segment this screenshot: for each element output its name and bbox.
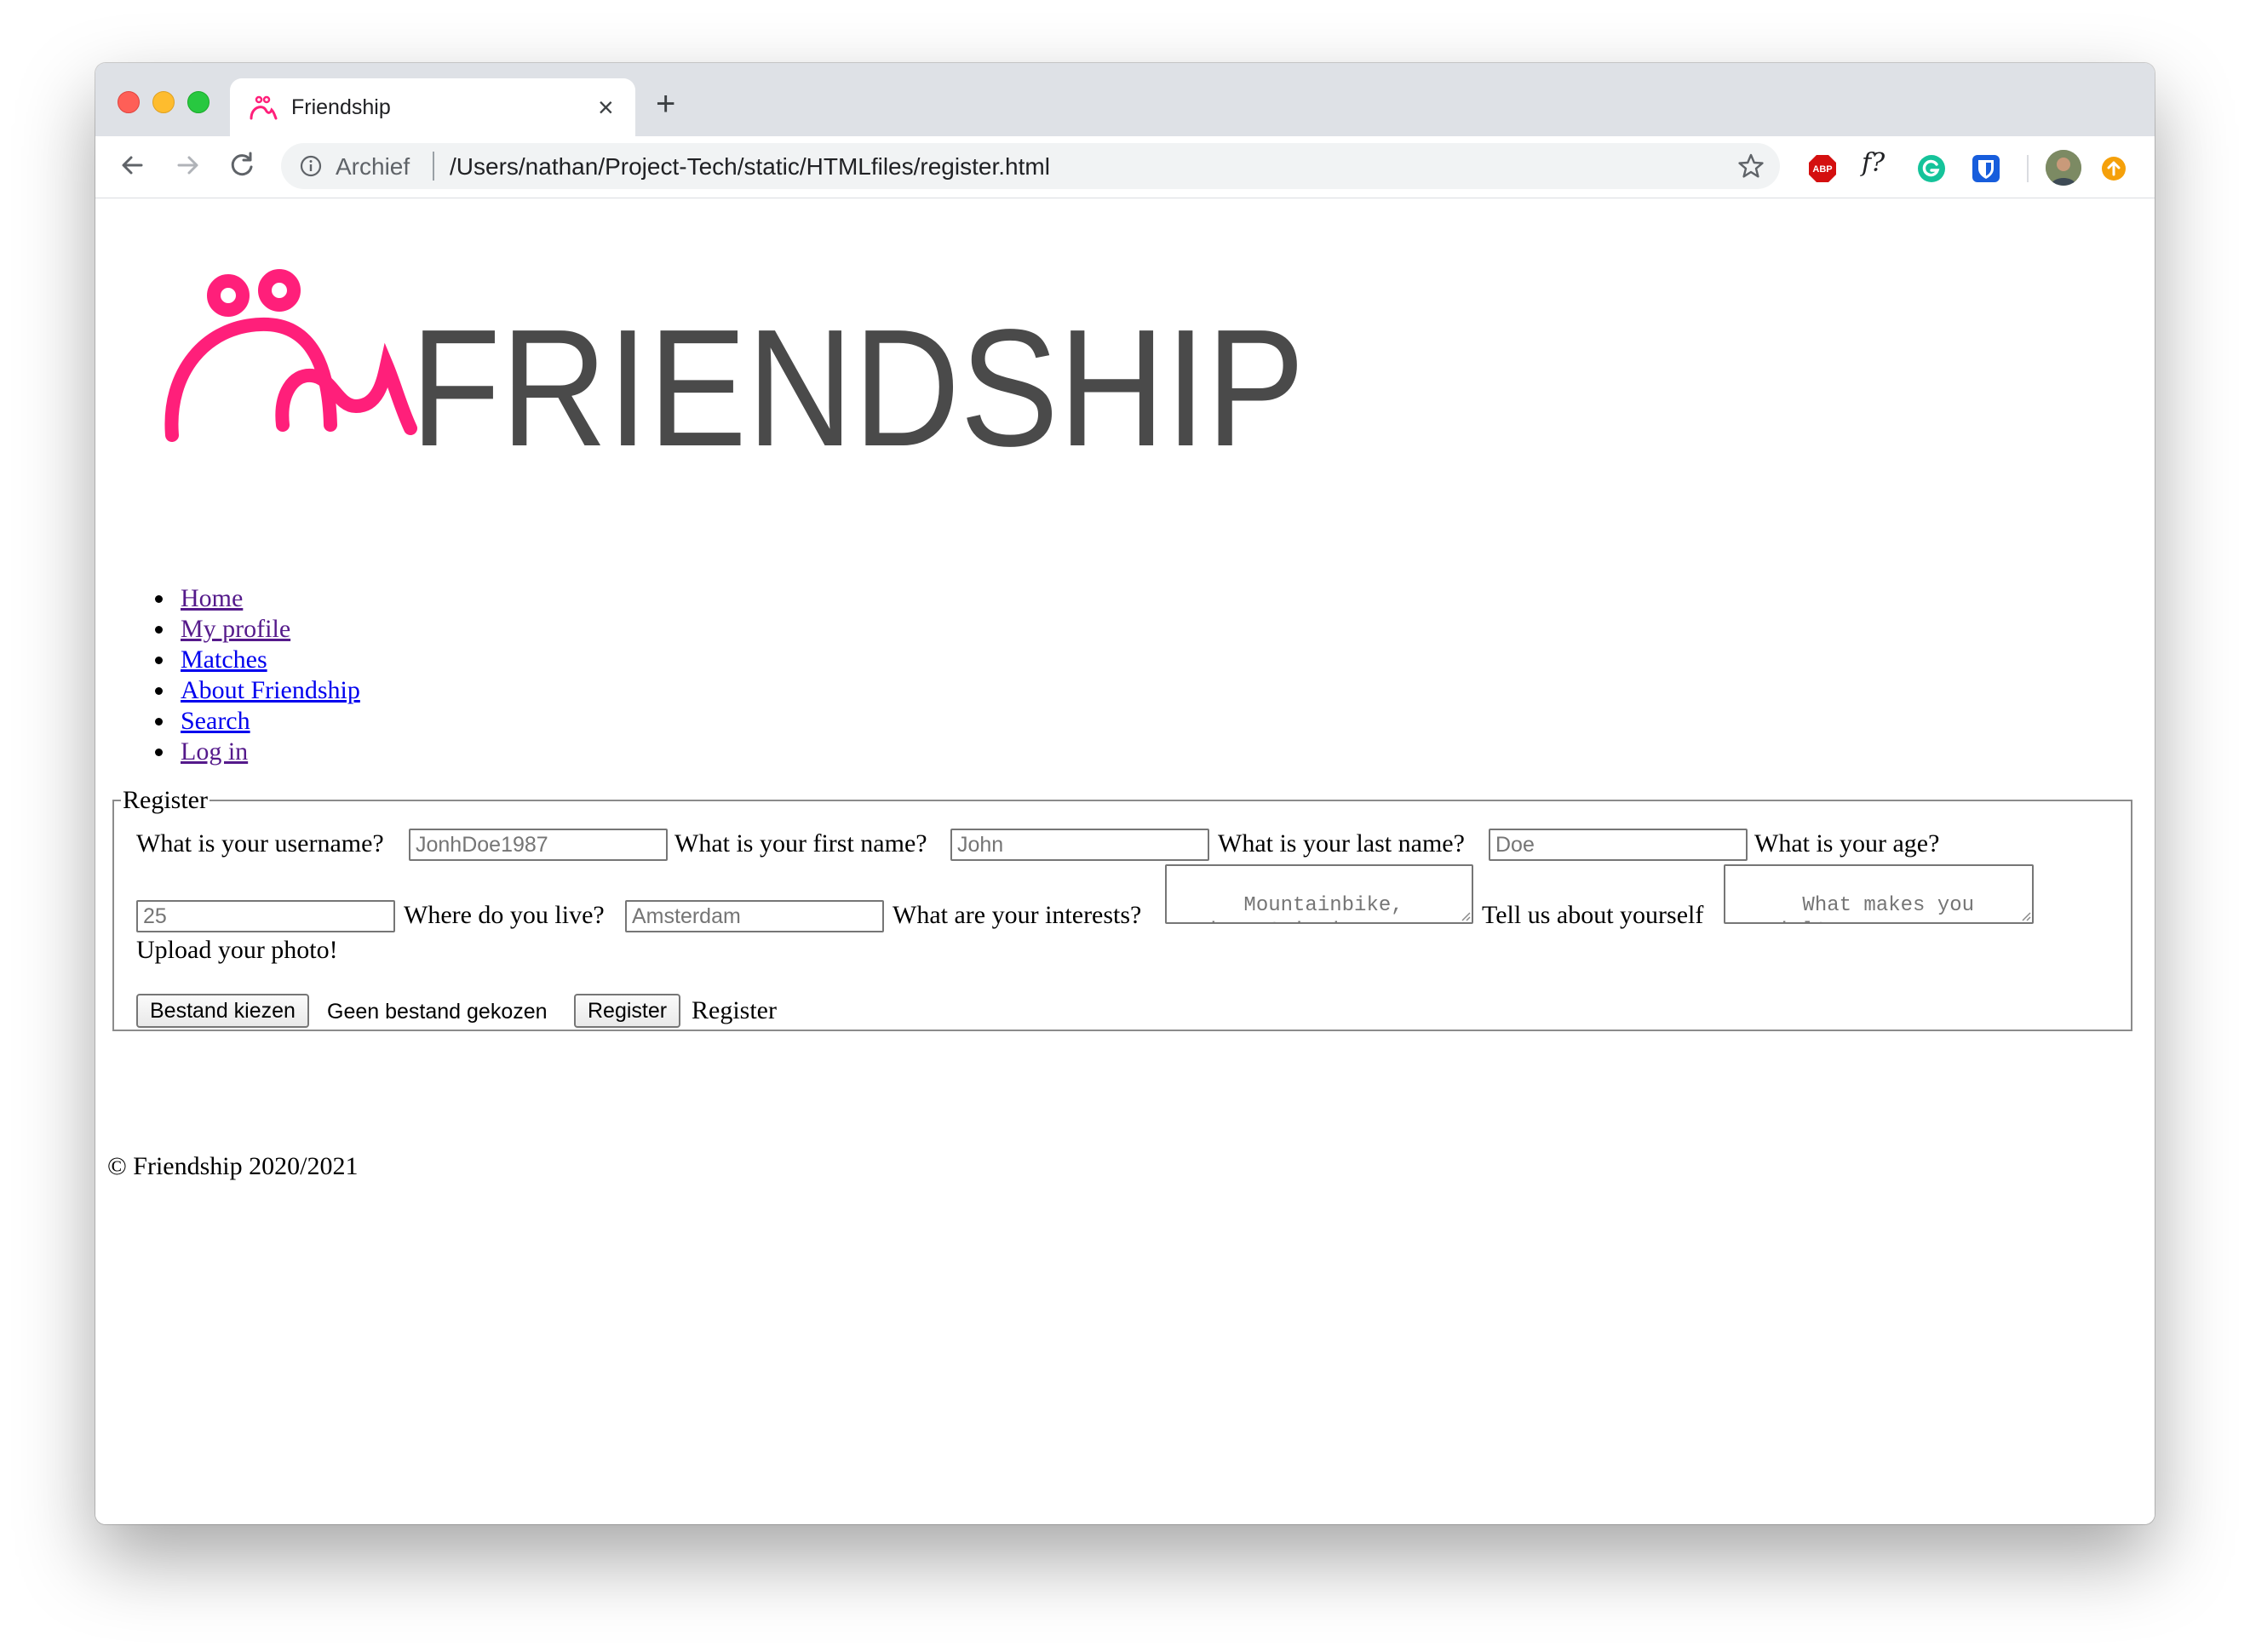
register-text: Register [692, 996, 777, 1024]
about-placeholder: What makes you special? [1729, 894, 1975, 922]
nav-item-matches: Matches [175, 645, 360, 675]
tab-strip: Friendship × + [95, 63, 2155, 136]
location-input[interactable]: Amsterdam [625, 900, 884, 932]
nav-link-matches[interactable]: Matches [181, 645, 267, 674]
photo-label: Upload your photo! [136, 936, 338, 964]
nav-item-about: About Friendship [175, 675, 360, 706]
browser-window: Friendship × + Archief /Users/nathan/Pro… [95, 63, 2155, 1524]
tab-title: Friendship [291, 95, 391, 119]
forward-arrow-icon[interactable] [169, 146, 206, 184]
resize-grip-icon[interactable] [2019, 909, 2031, 921]
firstname-label: What is your first name? [674, 829, 927, 858]
interests-placeholder: Mountainbike, Movies, Swimming, Gaming, [1170, 894, 1403, 922]
about-textarea[interactable]: What makes you special? [1724, 864, 2034, 924]
interests-label: What are your interests? [893, 901, 1142, 929]
friendship-logo: FRIENDSHIP [164, 269, 1305, 454]
nav-item-search: Search [175, 706, 360, 737]
lastname-label: What is your last name? [1218, 829, 1465, 858]
browser-toolbar: Archief /Users/nathan/Project-Tech/stati… [95, 136, 2155, 198]
toolbar-separator [2027, 155, 2029, 182]
reload-icon[interactable] [223, 146, 261, 184]
browser-tab[interactable]: Friendship × [230, 78, 635, 136]
register-legend: Register [121, 786, 210, 815]
avatar-icon [2046, 150, 2081, 186]
url-text[interactable]: /Users/nathan/Project-Tech/static/HTMLfi… [450, 153, 1050, 181]
interests-textarea[interactable]: Mountainbike, Movies, Swimming, Gaming, [1165, 864, 1473, 924]
main-nav: Home My profile Matches About Friendship… [150, 583, 360, 767]
abp-icon[interactable]: ABP [1807, 153, 1838, 184]
abp-label: ABP [1812, 164, 1832, 175]
minimize-window-button[interactable] [152, 91, 175, 113]
about-label: Tell us about yourself [1482, 901, 1704, 929]
bitwarden-icon[interactable] [1971, 153, 2001, 184]
nav-item-home: Home [175, 583, 360, 614]
nav-link-my-profile[interactable]: My profile [181, 615, 290, 643]
address-separator [433, 152, 434, 181]
nav-link-about[interactable]: About Friendship [181, 676, 360, 704]
grammarly-icon[interactable] [1916, 153, 1947, 184]
update-icon[interactable] [2100, 155, 2127, 182]
new-tab-button[interactable]: + [656, 87, 675, 121]
f-question-icon[interactable]: f? [1862, 148, 1885, 178]
origin-chip: Archief [336, 153, 410, 180]
bookmark-star-icon[interactable] [1736, 151, 1766, 181]
age-input[interactable]: 25 [136, 900, 395, 932]
resize-grip-icon[interactable] [1459, 909, 1471, 921]
lastname-input[interactable]: Doe [1489, 829, 1748, 861]
nav-item-log-in: Log in [175, 737, 360, 767]
profile-avatar[interactable] [2046, 150, 2081, 186]
info-icon[interactable] [300, 155, 322, 177]
nav-link-log-in[interactable]: Log in [181, 737, 248, 766]
firstname-input[interactable]: John [950, 829, 1209, 861]
footer-copyright: © Friendship 2020/2021 [107, 1152, 359, 1180]
close-tab-icon[interactable]: × [598, 90, 614, 124]
nav-item-my-profile: My profile [175, 614, 360, 645]
location-label: Where do you live? [404, 901, 605, 929]
no-file-text: Geen bestand gekozen [327, 1000, 548, 1024]
nav-link-search[interactable]: Search [181, 707, 250, 735]
choose-file-button[interactable]: Bestand kiezen [136, 994, 309, 1028]
logo-wordmark: FRIENDSHIP [410, 295, 1305, 454]
register-button[interactable]: Register [574, 994, 681, 1028]
nav-link-home[interactable]: Home [181, 584, 243, 612]
page-content: FRIENDSHIP Home My profile Matches About… [95, 198, 2155, 1524]
age-label: What is your age? [1754, 829, 1940, 858]
zoom-window-button[interactable] [187, 91, 210, 113]
username-input[interactable]: JonhDoe1987 [409, 829, 668, 861]
back-arrow-icon[interactable] [114, 146, 152, 184]
friendship-favicon-icon [250, 95, 278, 120]
close-window-button[interactable] [118, 91, 140, 113]
address-bar[interactable]: Archief /Users/nathan/Project-Tech/stati… [281, 143, 1780, 189]
username-label: What is your username? [136, 829, 384, 858]
